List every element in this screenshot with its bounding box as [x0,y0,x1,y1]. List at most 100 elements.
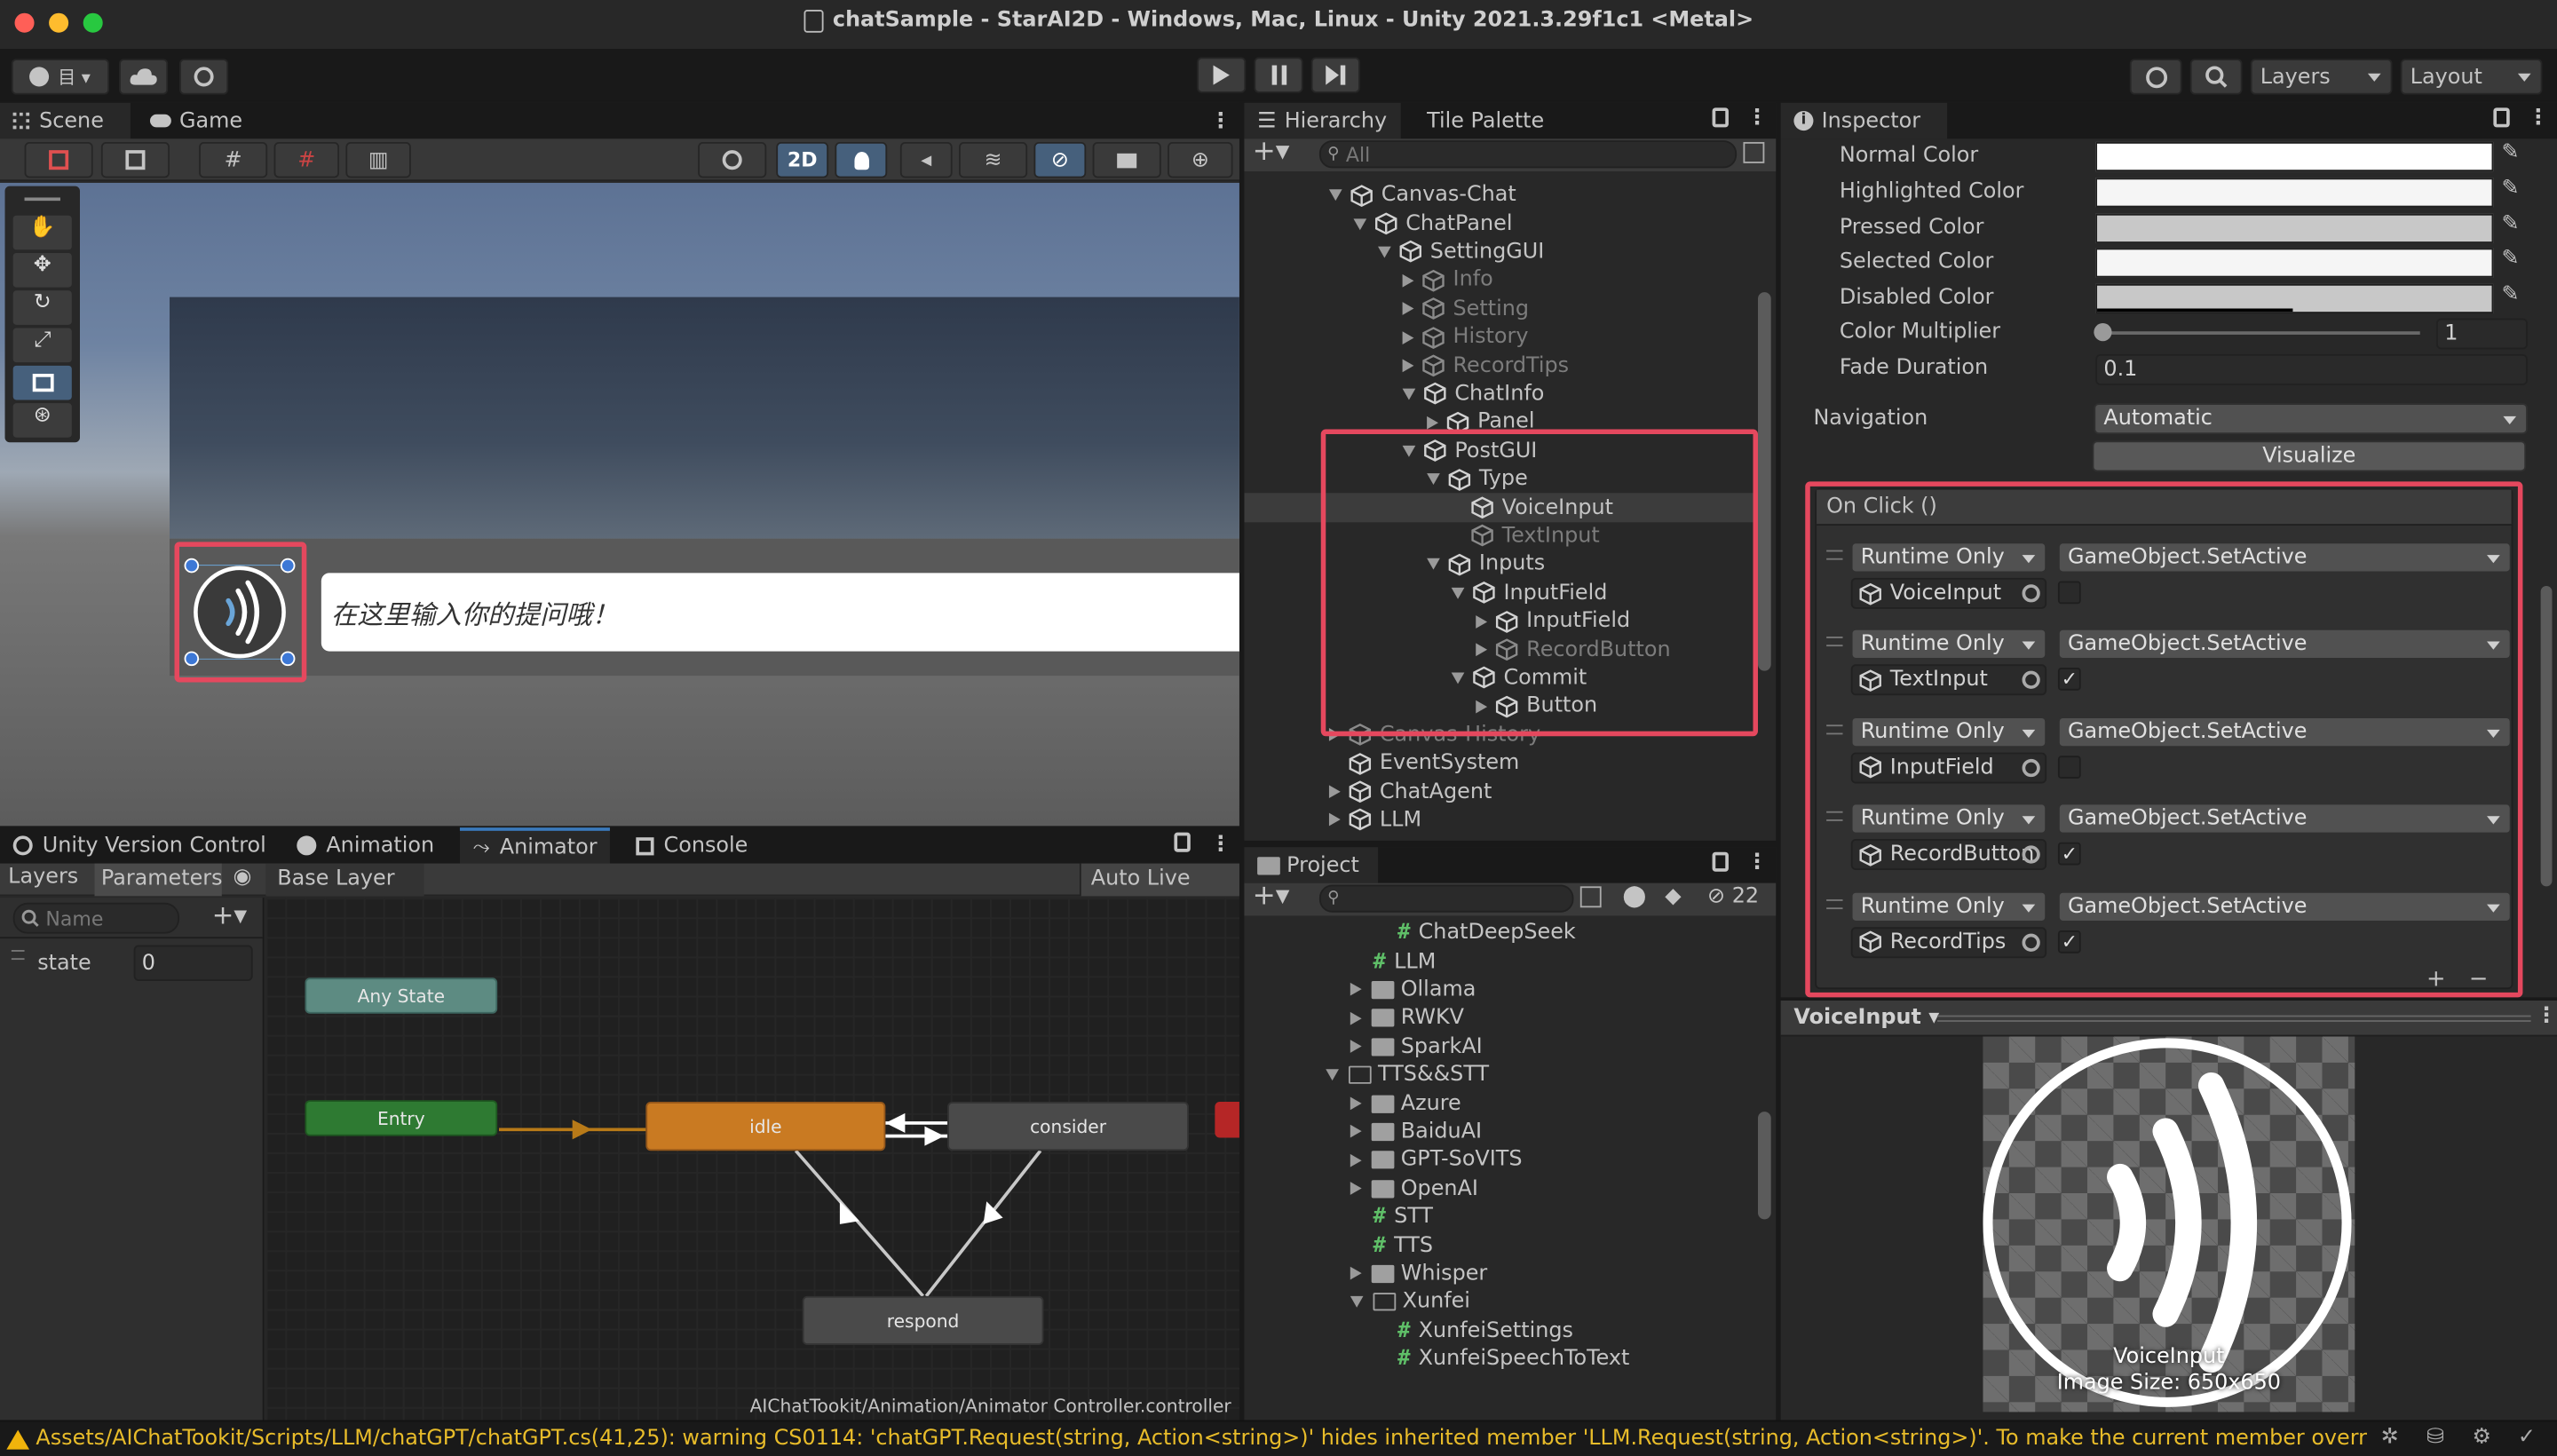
project-item[interactable]: # XunfeiSpeechToText [1244,1345,1753,1373]
collapse-arrow-icon[interactable] [1402,302,1414,316]
hierarchy-item[interactable]: EventSystem [1244,749,1753,778]
camera-dropdown[interactable] [1092,141,1161,178]
project-item[interactable]: Ollama [1244,976,1753,1004]
visibility-toggle[interactable]: ⊘ [1033,141,1087,178]
hierarchy-item[interactable]: History [1244,323,1753,352]
color-swatch[interactable] [2095,141,2494,172]
eye-icon[interactable]: ◉ [234,865,252,890]
parameters-subtab[interactable]: Parameters [94,863,223,897]
navigation-dropdown[interactable]: Automatic [2094,403,2528,435]
progress-icon[interactable]: ⚙ [2472,1425,2490,1450]
collapse-arrow-icon[interactable] [1350,983,1362,997]
more-menu-icon[interactable]: ⋮ [2528,107,2549,131]
expand-arrow-icon[interactable] [1350,1296,1364,1309]
search-filter-icon[interactable] [1579,886,1602,908]
gizmos-dropdown[interactable]: ⊕ [1168,141,1233,178]
hierarchy-item[interactable]: ChatAgent [1244,778,1753,806]
drag-handle-icon[interactable] [11,950,25,961]
expand-arrow-icon[interactable] [1378,246,1391,258]
eyedropper-icon[interactable]: ✎ [2502,140,2520,165]
pivot-dropdown[interactable] [100,141,170,178]
rect-handle-br[interactable] [280,651,296,667]
account-dropdown[interactable]: 目 ▾ [11,59,110,95]
hierarchy-item[interactable]: RecordTips [1244,352,1753,380]
project-item[interactable]: Xunfei [1244,1288,1753,1317]
scene-viewport[interactable]: 在这里输入你的提问哦！ ✋ ✥ ↻ ⤢ ⊛ [0,182,1239,827]
hierarchy-item[interactable]: LLM [1244,806,1753,835]
collapse-arrow-icon[interactable] [1350,1096,1362,1111]
collapse-arrow-icon[interactable] [1328,813,1341,827]
tab-animator[interactable]: ⤳ Animator [459,827,611,864]
expand-arrow-icon[interactable] [1328,189,1342,202]
tool-handle-dropdown[interactable] [24,141,93,178]
tab-project[interactable]: Project [1244,847,1379,883]
layers-subtab[interactable]: Layers [8,865,78,890]
project-item[interactable]: Azure [1244,1089,1753,1118]
eyedropper-icon[interactable]: ✎ [2502,176,2520,201]
tab-hierarchy[interactable]: ☰ Hierarchy [1244,102,1400,139]
project-search-input[interactable]: ⚲ [1318,884,1574,913]
bug-icon[interactable]: ✲ [2381,1425,2399,1450]
mode-2d-toggle[interactable]: 2D [776,141,829,178]
layers-dropdown[interactable]: Layers [2250,59,2393,95]
eyedropper-icon[interactable]: ✎ [2502,282,2520,307]
lock-icon[interactable] [2493,107,2510,128]
layout-dropdown[interactable]: Layout [2400,59,2543,95]
project-item[interactable]: # XunfeiSettings [1244,1317,1753,1345]
cloud-button[interactable] [119,59,169,95]
rect-handle-tl[interactable] [184,558,200,574]
history-button[interactable] [2129,59,2182,95]
tab-tile-palette[interactable]: Tile Palette [1413,103,1556,138]
tab-animation[interactable]: Animation [284,827,447,863]
parameter-value-field[interactable]: 0 [133,945,253,981]
color-multiplier-slider-thumb[interactable] [2094,323,2112,342]
project-item[interactable]: RWKV [1244,1004,1753,1033]
auto-live-link-button[interactable]: Auto Live Link [1079,863,1239,924]
voice-input-button[interactable] [184,558,296,667]
hierarchy-item[interactable]: Info [1244,266,1753,295]
project-item[interactable]: SparkAI [1244,1033,1753,1061]
project-item[interactable]: BaiduAI [1244,1118,1753,1146]
rect-handle-bl[interactable] [184,651,200,667]
hierarchy-search-input[interactable]: ⚲ All [1318,140,1738,169]
more-menu-icon[interactable]: ⋮ [1210,109,1231,134]
project-scrollbar[interactable] [1757,1112,1771,1220]
scale-tool-button[interactable]: ⤢ [12,328,72,363]
collapse-arrow-icon[interactable] [1350,1267,1362,1281]
project-item[interactable]: GPT-SoVITS [1244,1146,1753,1175]
label-filter-icon[interactable]: ◆ [1665,885,1681,910]
step-button[interactable] [1310,57,1360,93]
color-multiplier-field[interactable]: 1 [2436,318,2528,350]
project-item[interactable]: # TTS [1244,1231,1753,1260]
respond-state-node[interactable]: respond [802,1295,1044,1345]
grid-snap-dropdown[interactable]: # [199,141,268,178]
tab-inspector[interactable]: i Inspector [1780,102,1948,139]
collapse-arrow-icon[interactable] [1350,1182,1362,1196]
expand-arrow-icon[interactable] [1353,218,1367,230]
collapse-arrow-icon[interactable] [1350,1125,1362,1139]
increment-snap-dropdown[interactable]: # [273,141,340,178]
parameter-search-input[interactable]: Name [12,902,180,934]
effects-dropdown[interactable]: ≋ [958,141,1028,178]
hidden-packages-toggle[interactable]: ⊘ 22 [1707,885,1759,910]
project-item[interactable]: # LLM [1244,947,1753,976]
lock-icon[interactable] [1712,851,1729,872]
visualize-button[interactable]: Visualize [2092,440,2527,472]
lighting-toggle[interactable] [835,141,888,178]
project-item[interactable]: OpenAI [1244,1175,1753,1203]
hierarchy-item[interactable]: Setting [1244,295,1753,323]
color-swatch[interactable] [2095,178,2494,208]
collapse-arrow-icon[interactable] [1350,1011,1362,1025]
tab-console[interactable]: Console [623,827,761,863]
preview-drag-bar[interactable] [1937,1015,2531,1022]
type-filter-icon[interactable]: ⬤ [1623,885,1647,910]
color-swatch[interactable] [2095,213,2494,243]
collapse-arrow-icon[interactable] [1427,415,1438,430]
create-dropdown[interactable]: +▾ [1253,136,1290,169]
expand-arrow-icon[interactable] [1402,388,1416,400]
project-item[interactable]: # ChatDeepSeek [1244,919,1753,947]
collapse-arrow-icon[interactable] [1350,1040,1362,1054]
expand-arrow-icon[interactable] [1326,1069,1339,1081]
add-parameter-button[interactable]: +▾ [212,899,247,930]
project-item[interactable]: TTS&&STT [1244,1061,1753,1089]
